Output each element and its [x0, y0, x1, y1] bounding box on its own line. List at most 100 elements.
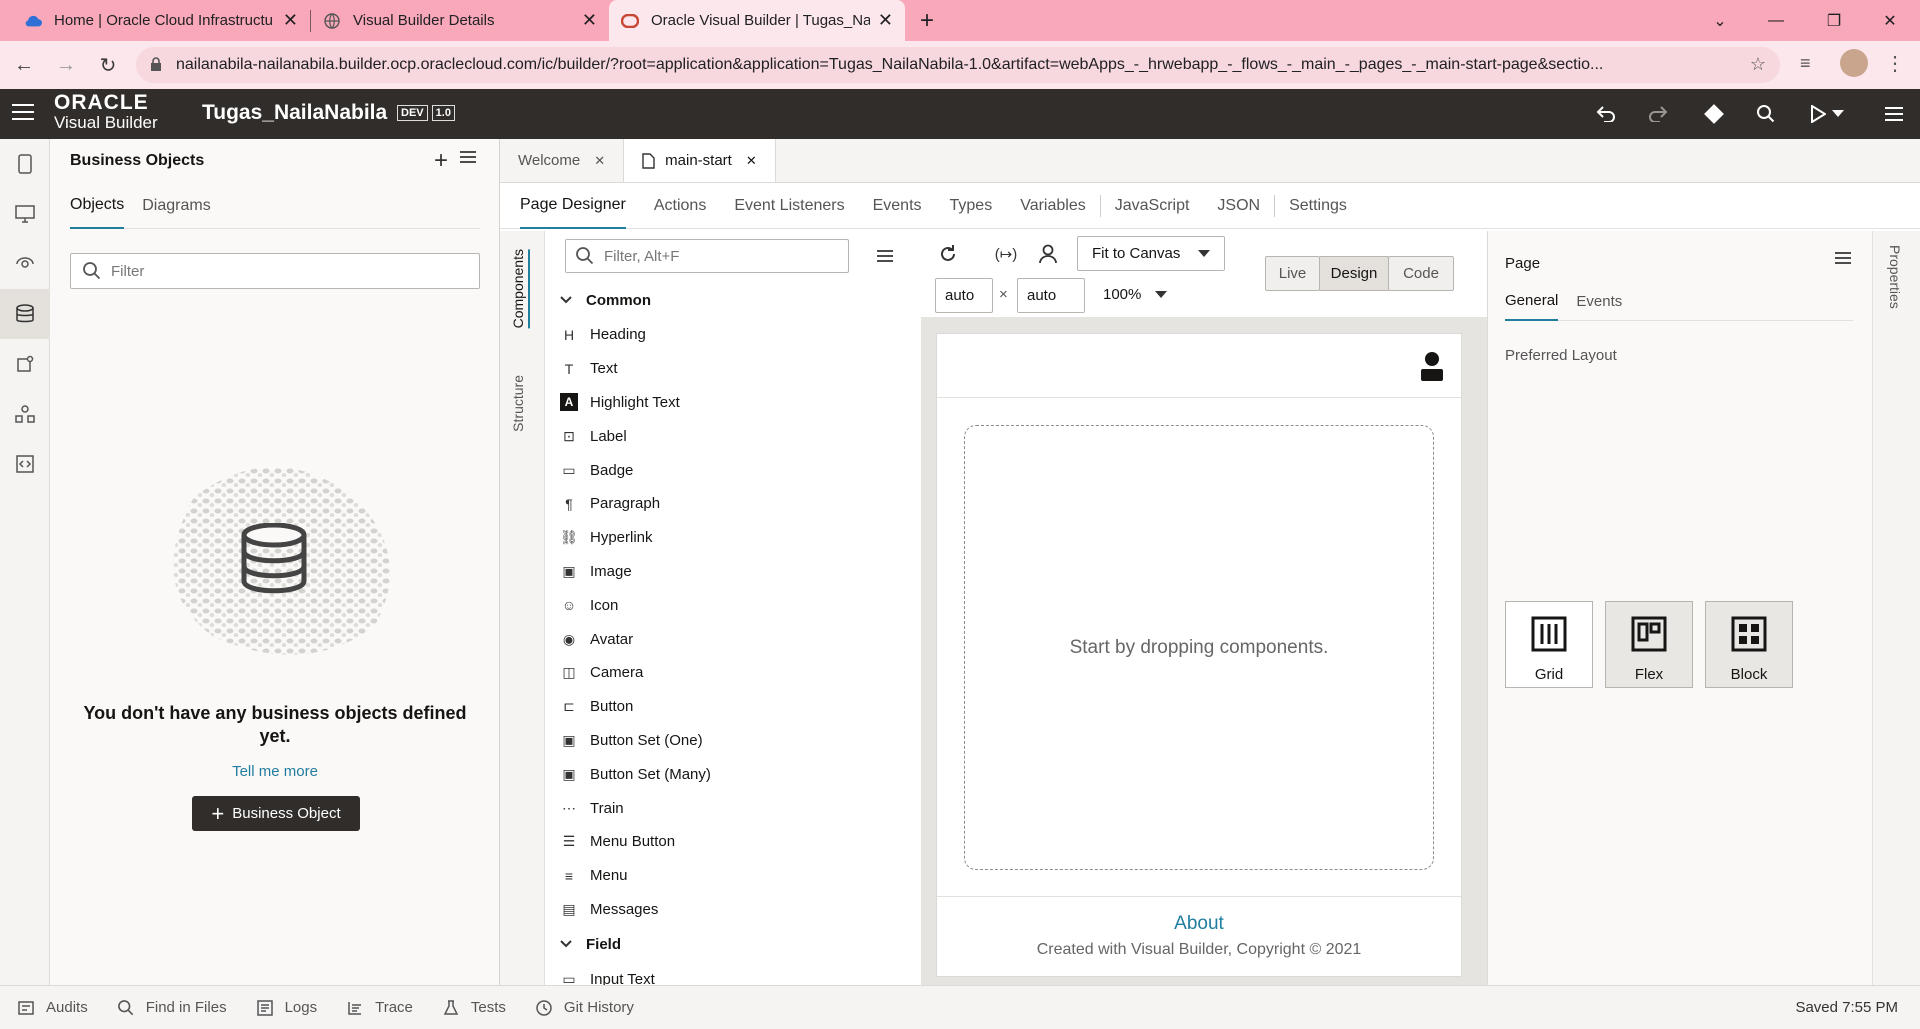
vtab-components[interactable]: Components	[510, 249, 530, 329]
component-train[interactable]: ⋯ Train	[545, 791, 921, 825]
component-highlight-text[interactable]: A Highlight Text	[545, 386, 921, 420]
close-icon[interactable]: ✕	[283, 10, 298, 31]
file-tab-main-start[interactable]: main-start ✕	[624, 139, 776, 182]
git-icon[interactable]	[1692, 89, 1736, 139]
component-messages[interactable]: ▤ Messages	[545, 893, 921, 927]
restore-icon[interactable]: ❐	[1806, 0, 1862, 41]
drop-zone[interactable]: Start by dropping components.	[964, 425, 1434, 870]
user-avatar-icon[interactable]	[1421, 351, 1443, 387]
more-icon[interactable]: ⋮	[1885, 51, 1905, 76]
tab-javascript[interactable]: JavaScript	[1115, 183, 1190, 229]
hamburger-icon[interactable]	[12, 103, 34, 125]
tab-json[interactable]: JSON	[1217, 183, 1260, 229]
tests-button[interactable]: Tests	[443, 999, 506, 1016]
logs-button[interactable]: Logs	[256, 999, 317, 1016]
design-mode-button[interactable]: Design	[1319, 256, 1389, 291]
palette-filter-input[interactable]: Filter, Alt+F	[565, 239, 849, 273]
tab-search-icon[interactable]: ⌄	[1692, 0, 1748, 41]
tab-events[interactable]: Events	[873, 183, 922, 229]
menu-icon[interactable]	[1872, 89, 1916, 139]
component-badge[interactable]: ▭ Badge	[545, 453, 921, 487]
reload-icon[interactable]: ↻	[90, 47, 126, 83]
component-text[interactable]: T Text	[545, 352, 921, 386]
close-icon[interactable]: ✕	[582, 10, 597, 31]
fit-to-canvas-select[interactable]: Fit to Canvas	[1077, 236, 1225, 271]
tab-events[interactable]: Events	[1576, 281, 1622, 321]
url-field[interactable]: nailanabila-nailanabila.builder.ocp.orac…	[136, 47, 1780, 83]
vtab-structure[interactable]: Structure	[510, 375, 526, 432]
component-menu[interactable]: ≡ Menu	[545, 859, 921, 893]
live-mode-button[interactable]: Live	[1265, 256, 1320, 291]
filter-input[interactable]: Filter	[70, 253, 480, 289]
back-icon[interactable]: ←	[6, 47, 42, 83]
component-image[interactable]: ▣ Image	[545, 555, 921, 589]
component-heading[interactable]: H Heading	[545, 318, 921, 352]
trace-button[interactable]: Trace	[347, 999, 413, 1016]
code-mode-button[interactable]: Code	[1388, 256, 1454, 291]
palette-menu-icon[interactable]	[877, 249, 893, 267]
tab-settings[interactable]: Settings	[1289, 183, 1347, 229]
zoom-select[interactable]: 100%	[1103, 286, 1168, 303]
group-common[interactable]: Common	[545, 282, 921, 318]
git-history-button[interactable]: Git History	[536, 999, 634, 1016]
user-role-icon[interactable]	[1033, 239, 1063, 269]
add-business-object-button[interactable]: + Business Object	[192, 796, 360, 831]
tab-types[interactable]: Types	[950, 183, 993, 229]
close-icon[interactable]: ✕	[878, 10, 893, 31]
services-icon[interactable]	[0, 239, 50, 289]
component-button-set-many[interactable]: ▣ Button Set (Many)	[545, 757, 921, 791]
refresh-icon[interactable]	[933, 239, 963, 269]
source-view-icon[interactable]	[0, 439, 50, 489]
layout-flex-option[interactable]: Flex	[1605, 601, 1693, 688]
about-link[interactable]: About	[937, 913, 1461, 935]
business-objects-icon[interactable]	[0, 289, 50, 339]
canvas-height-input[interactable]: auto	[1017, 278, 1085, 313]
file-tab-welcome[interactable]: Welcome ✕	[500, 139, 625, 182]
component-menu-button[interactable]: ☰ Menu Button	[545, 825, 921, 859]
component-button[interactable]: ⊏ Button	[545, 690, 921, 724]
tab-diagrams[interactable]: Diagrams	[142, 183, 210, 229]
component-button-set-one[interactable]: ▣ Button Set (One)	[545, 724, 921, 758]
component-input-text[interactable]: ▭ Input Text	[545, 962, 921, 985]
layout-grid-option[interactable]: Grid	[1505, 601, 1593, 688]
component-label[interactable]: ⊡ Label	[545, 419, 921, 453]
web-apps-icon[interactable]	[0, 189, 50, 239]
close-icon[interactable]: ✕	[746, 153, 757, 169]
star-icon[interactable]: ☆	[1750, 54, 1766, 75]
component-paragraph[interactable]: ¶ Paragraph	[545, 487, 921, 521]
tab-objects[interactable]: Objects	[70, 183, 125, 229]
forward-icon[interactable]: →	[48, 47, 84, 83]
properties-side-tab[interactable]: Properties	[1887, 245, 1903, 309]
processes-icon[interactable]	[0, 389, 50, 439]
window-close-icon[interactable]: ✕	[1862, 0, 1918, 41]
tab-variables[interactable]: Variables	[1020, 183, 1086, 229]
caret-down-icon[interactable]	[1828, 89, 1848, 139]
tab-page-designer[interactable]: Page Designer	[520, 183, 626, 229]
find-in-files-button[interactable]: Find in Files	[117, 999, 227, 1016]
tell-me-more-link[interactable]: Tell me more	[70, 763, 480, 780]
tab-general[interactable]: General	[1505, 281, 1559, 321]
component-hyperlink[interactable]: ⛓ Hyperlink	[545, 521, 921, 555]
group-field[interactable]: Field	[545, 926, 921, 962]
mobile-apps-icon[interactable]	[0, 139, 50, 189]
new-tab-button[interactable]: +	[905, 0, 949, 41]
page-input-parameters-icon[interactable]: (↦)	[991, 239, 1021, 269]
search-icon[interactable]	[1744, 89, 1788, 139]
layout-block-option[interactable]: Block	[1705, 601, 1793, 688]
redo-icon[interactable]	[1636, 89, 1680, 139]
reading-list-icon[interactable]: ≡	[1800, 53, 1811, 74]
add-icon[interactable]: +	[434, 147, 448, 175]
properties-menu-icon[interactable]	[1835, 251, 1851, 269]
browser-tab-oci[interactable]: Home | Oracle Cloud Infrastructu ✕	[0, 0, 310, 41]
components-icon[interactable]	[0, 339, 50, 389]
avatar[interactable]	[1840, 49, 1868, 77]
panel-menu-icon[interactable]	[460, 150, 476, 168]
tab-event-listeners[interactable]: Event Listeners	[734, 183, 844, 229]
canvas-width-input[interactable]: auto	[935, 278, 993, 313]
close-icon[interactable]: ✕	[594, 153, 605, 169]
browser-tab-visual-builder[interactable]: Oracle Visual Builder | Tugas_Nai ✕	[609, 0, 905, 41]
component-camera[interactable]: ◫ Camera	[545, 656, 921, 690]
browser-tab-vb-details[interactable]: Visual Builder Details ✕	[311, 0, 609, 41]
minimize-icon[interactable]: —	[1748, 0, 1804, 41]
component-icon[interactable]: ☺ Icon	[545, 588, 921, 622]
